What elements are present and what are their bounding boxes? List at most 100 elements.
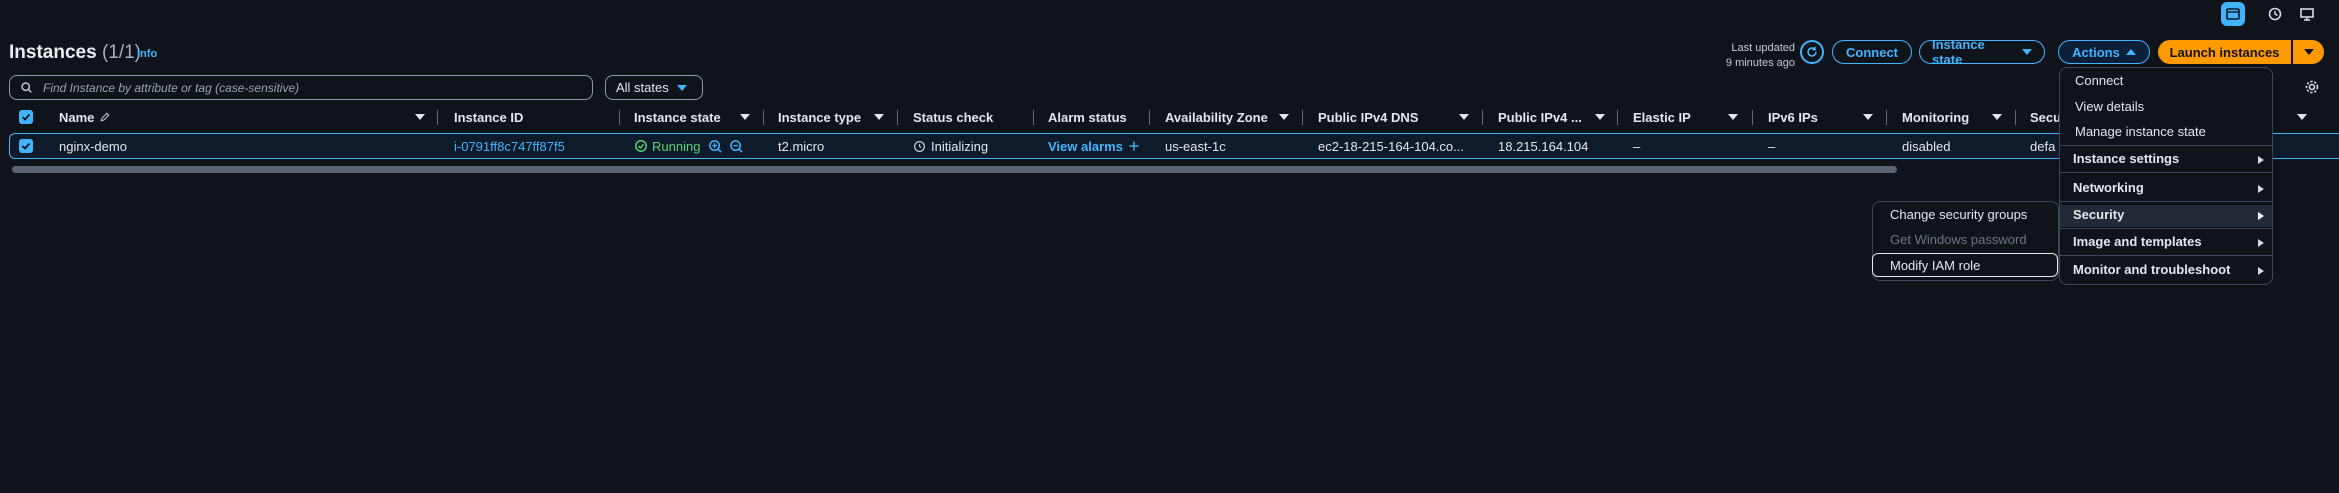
- clock-icon: [914, 140, 925, 152]
- launch-instances-button[interactable]: Launch instances: [2158, 40, 2291, 64]
- state-filter-select[interactable]: All states: [605, 75, 703, 100]
- column-divider[interactable]: [1302, 110, 1303, 125]
- instance-state-label: Instance state: [1932, 37, 1985, 67]
- zoom-in-icon[interactable]: [708, 139, 723, 154]
- search-bar: [9, 75, 593, 100]
- cell-monitoring: disabled: [1902, 138, 1951, 154]
- actions-button[interactable]: Actions: [2058, 40, 2150, 64]
- col-instance-state[interactable]: Instance state: [634, 106, 721, 128]
- chevron-right-icon: [2258, 239, 2264, 247]
- column-divider[interactable]: [437, 110, 438, 125]
- state-label: Running: [652, 138, 701, 154]
- last-updated: Last updated 9 minutes ago: [1726, 41, 1795, 71]
- screen-icon[interactable]: [2295, 2, 2319, 26]
- menu-security[interactable]: Security: [2073, 207, 2124, 222]
- chevron-right-icon: [2258, 156, 2264, 164]
- menu-image-templates[interactable]: Image and templates: [2073, 234, 2202, 249]
- cell-instance-state: Running: [634, 138, 744, 154]
- menu-modify-iam-role[interactable]: Modify IAM role: [1890, 258, 1980, 273]
- settings-icon[interactable]: [2300, 75, 2324, 99]
- chevron-right-icon: [2258, 185, 2264, 193]
- chevron-down-icon: [2022, 49, 2032, 55]
- instance-state-button[interactable]: Instance state: [1919, 37, 2045, 67]
- menu-get-windows-password: Get Windows password: [1890, 232, 2027, 247]
- page-title: Instances (1/1): [9, 42, 141, 64]
- info-link[interactable]: Info: [137, 48, 157, 60]
- cell-public-dns: ec2-18-215-164-104.co...: [1318, 138, 1464, 154]
- page-title-text: Instances: [9, 42, 97, 63]
- menu-divider: [2060, 255, 2272, 256]
- connect-button[interactable]: Connect: [1832, 40, 1912, 64]
- launch-dropdown-button[interactable]: [2293, 40, 2324, 64]
- cell-status-check: Initializing: [913, 138, 988, 154]
- col-ipv6[interactable]: IPv6 IPs: [1768, 106, 1818, 128]
- column-divider[interactable]: [1617, 110, 1618, 125]
- menu-monitor-troubleshoot[interactable]: Monitor and troubleshoot: [2073, 262, 2230, 277]
- search-icon: [21, 82, 32, 93]
- history-icon[interactable]: [2263, 2, 2287, 26]
- column-divider[interactable]: [1482, 110, 1483, 125]
- plus-icon[interactable]: [1128, 140, 1140, 152]
- zoom-out-icon[interactable]: [729, 139, 744, 154]
- view-alarms-link[interactable]: View alarms: [1048, 139, 1123, 154]
- cell-security: defa: [2030, 138, 2056, 154]
- search-input[interactable]: [43, 80, 583, 95]
- column-divider[interactable]: [1752, 110, 1753, 125]
- cell-ipv6: –: [1768, 138, 1776, 154]
- cell-instance-id[interactable]: i-0791ff8c747ff87f5: [454, 138, 565, 154]
- chevron-right-icon: [2258, 267, 2264, 275]
- col-elastic-ip[interactable]: Elastic IP: [1633, 106, 1691, 128]
- col-instance-type[interactable]: Instance type: [778, 106, 861, 128]
- cell-alarm-status[interactable]: View alarms: [1048, 138, 1140, 154]
- column-divider[interactable]: [1886, 110, 1887, 125]
- menu-networking[interactable]: Networking: [2073, 180, 2144, 195]
- col-monitoring[interactable]: Monitoring: [1902, 106, 1969, 128]
- check-icon: [21, 142, 31, 150]
- column-divider[interactable]: [897, 110, 898, 125]
- col-availability-zone[interactable]: Availability Zone: [1165, 106, 1268, 128]
- col-public-dns[interactable]: Public IPv4 DNS: [1318, 106, 1418, 128]
- check-circle-icon: [635, 140, 647, 152]
- column-divider[interactable]: [619, 110, 620, 125]
- menu-divider: [2060, 228, 2272, 229]
- last-updated-label: Last updated: [1731, 42, 1795, 54]
- menu-connect[interactable]: Connect: [2075, 73, 2123, 88]
- cell-instance-type: t2.micro: [778, 138, 825, 154]
- cell-name: nginx-demo: [59, 138, 127, 154]
- refresh-button[interactable]: [1800, 40, 1824, 64]
- connect-button-label: Connect: [1846, 44, 1898, 60]
- menu-view-details[interactable]: View details: [2075, 99, 2144, 114]
- column-divider[interactable]: [763, 110, 764, 125]
- column-divider[interactable]: [1033, 110, 1034, 125]
- select-all-checkbox[interactable]: [19, 106, 33, 128]
- chevron-down-icon: [2303, 49, 2314, 55]
- cloudshell-icon[interactable]: [2221, 2, 2245, 26]
- column-divider[interactable]: [1149, 110, 1150, 125]
- col-security[interactable]: Secu: [2030, 106, 2061, 128]
- row-checkbox[interactable]: [19, 138, 33, 154]
- menu-divider: [2060, 201, 2272, 202]
- status-check-label: Initializing: [931, 138, 989, 154]
- cell-public-ipv4: 18.215.164.104: [1498, 138, 1589, 154]
- menu-change-security-groups[interactable]: Change security groups: [1890, 207, 2027, 222]
- chevron-right-icon: [2258, 212, 2264, 220]
- cell-availability-zone: us-east-1c: [1165, 138, 1226, 154]
- refresh-icon: [1807, 46, 1817, 57]
- col-status-check[interactable]: Status check: [913, 106, 993, 128]
- col-name-label: Name: [59, 109, 95, 125]
- col-public-ipv4[interactable]: Public IPv4 ...: [1498, 106, 1582, 128]
- menu-instance-settings[interactable]: Instance settings: [2073, 151, 2179, 166]
- column-divider[interactable]: [2015, 110, 2016, 125]
- col-instance-id[interactable]: Instance ID: [454, 106, 523, 128]
- horizontal-scrollbar[interactable]: [12, 166, 1897, 173]
- col-name[interactable]: Name: [59, 106, 111, 128]
- instance-count: (1/1): [101, 42, 142, 63]
- check-icon: [21, 113, 31, 121]
- menu-manage-instance-state[interactable]: Manage instance state: [2075, 124, 2206, 139]
- edit-icon: [100, 112, 110, 122]
- table-header: Name Instance ID Instance state Instance…: [0, 106, 2339, 128]
- col-alarm-status[interactable]: Alarm status: [1048, 106, 1127, 128]
- cell-elastic-ip: –: [1633, 138, 1641, 154]
- menu-divider: [2060, 172, 2272, 173]
- actions-label: Actions: [2072, 44, 2120, 60]
